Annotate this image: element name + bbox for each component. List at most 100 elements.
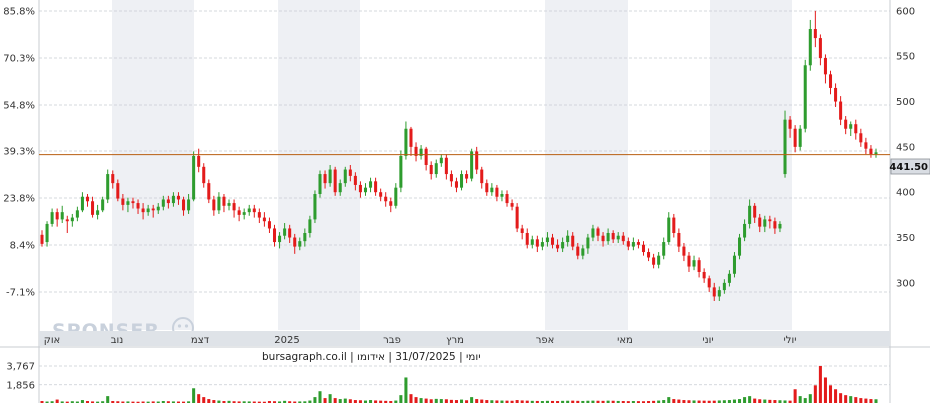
volume-bar: [844, 395, 848, 403]
candle: [106, 169, 110, 204]
candle: [85, 194, 90, 207]
volume-bar: [672, 399, 676, 403]
candle: [480, 166, 484, 189]
volume-bar: [732, 399, 736, 403]
candle: [404, 121, 408, 160]
volume-bar: [404, 377, 408, 403]
right-axis-tick: 300: [896, 278, 915, 289]
candle: [237, 206, 241, 222]
candle: [80, 192, 84, 213]
candle: [272, 224, 277, 247]
volume-bar: [106, 396, 110, 403]
candle: [460, 170, 464, 191]
candle: [439, 154, 443, 167]
candle: [657, 252, 661, 269]
x-axis-strip: [39, 331, 890, 346]
x-axis-label: מרץ: [446, 335, 464, 346]
candle: [232, 199, 236, 218]
x-axis-label: מאי: [617, 335, 633, 346]
candle: [662, 237, 666, 260]
candle: [434, 159, 438, 178]
volume-bar: [313, 397, 317, 403]
candle: [525, 228, 529, 249]
volume-bar: [55, 399, 59, 403]
candle: [262, 212, 266, 227]
volume-bar: [429, 399, 433, 403]
candle: [470, 148, 474, 182]
candle: [65, 215, 69, 233]
candle: [242, 208, 246, 220]
candle: [859, 128, 863, 147]
volume-bar: [864, 398, 868, 403]
candle: [636, 239, 640, 249]
candle: [257, 208, 261, 224]
candle: [70, 213, 74, 227]
candle: [793, 125, 797, 153]
left-axis-tick: 70.3%: [3, 54, 35, 65]
right-axis-tick: 600: [896, 6, 915, 17]
x-axis-label: אוק: [44, 335, 61, 346]
candle: [409, 126, 413, 156]
candle: [864, 137, 868, 155]
volume-bar: [823, 377, 827, 403]
left-axis: 85.8% 70.3% 54.8% 39.3% 23.8% 8.4% -7.1%: [3, 7, 35, 299]
last-price-label: 441.50: [889, 158, 930, 175]
candle: [515, 203, 519, 233]
volume-bar: [849, 396, 853, 403]
candle: [394, 183, 398, 209]
volume-bar: [808, 394, 812, 403]
candle: [45, 221, 49, 247]
candle: [874, 148, 878, 158]
volume-bar: [818, 366, 822, 403]
volume-bar: [854, 397, 858, 403]
volume-bar: [480, 399, 484, 403]
candle: [101, 196, 105, 213]
candle: [641, 241, 646, 256]
candle: [485, 179, 489, 196]
candle: [197, 148, 201, 173]
x-axis-label: אפר: [536, 335, 555, 346]
volume-bar: [460, 399, 464, 403]
candle: [333, 166, 337, 196]
volume-axis-tick: 1,856: [6, 380, 35, 391]
candle: [535, 235, 539, 253]
chart-stage: SPONSER 85.8%70.3%54.8%39.3%23.8%8.4%-7.…: [0, 0, 930, 403]
candle: [520, 224, 524, 240]
candle: [844, 116, 848, 135]
last-price-text: 441.50: [889, 162, 928, 173]
left-axis-tick: 23.8%: [3, 194, 35, 205]
volume-axis-tick: 3,767: [6, 362, 35, 373]
candle: [91, 196, 95, 218]
candle: [444, 154, 448, 180]
volume-bar: [798, 396, 802, 403]
volume-bar: [419, 398, 423, 403]
candle: [374, 177, 378, 196]
candle: [40, 230, 44, 247]
candle: [55, 208, 59, 227]
candle: [75, 206, 79, 222]
volume-bar: [399, 395, 403, 403]
candle: [803, 59, 807, 133]
candle: [647, 248, 651, 262]
month-band: [278, 0, 360, 330]
candle: [363, 183, 368, 196]
candle: [202, 163, 206, 188]
volume-bar: [414, 397, 418, 403]
volume-bar: [197, 394, 201, 403]
volume-bar: [834, 389, 838, 403]
candle: [505, 190, 509, 207]
candle: [490, 183, 494, 196]
right-axis-tick: 350: [896, 233, 915, 244]
candle: [389, 197, 393, 213]
volume-bar: [444, 399, 448, 403]
volume-bar: [874, 399, 878, 403]
volume-bar: [859, 398, 863, 403]
candle: [414, 142, 418, 162]
x-axis-label: פבר: [383, 335, 401, 346]
x-axis-label: יולי: [784, 335, 797, 346]
volume-bar: [753, 398, 757, 403]
candle: [96, 204, 100, 220]
volume-bar: [348, 399, 352, 403]
volume-bar: [202, 397, 206, 403]
x-axis: אוק נוב דצמ 2025 פבר מרץ אפר מאי יוני יולי: [39, 331, 890, 346]
